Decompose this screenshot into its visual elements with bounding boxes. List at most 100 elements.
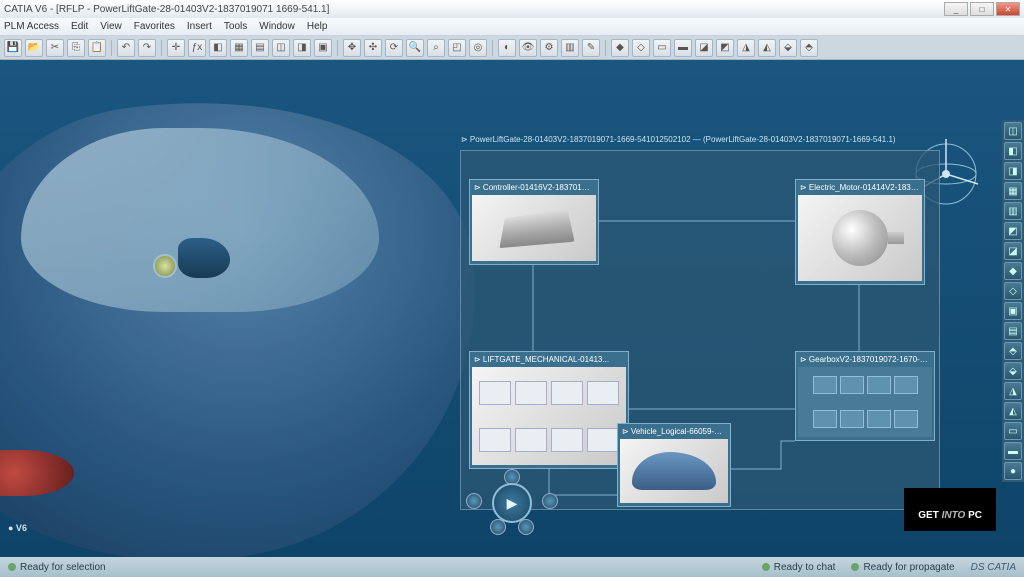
tool-icon[interactable]: ◫ [1004, 122, 1022, 140]
tool-icon[interactable]: ⬘ [800, 39, 818, 57]
tool-icon[interactable]: ◨ [293, 39, 311, 57]
menu-help[interactable]: Help [307, 21, 328, 32]
tool-icon[interactable]: ▭ [653, 39, 671, 57]
liftgate-mechanical-block[interactable]: ⊳ LIFTGATE_MECHANICAL-01413... [469, 351, 629, 469]
menu-window[interactable]: Window [259, 21, 295, 32]
tool-icon[interactable]: ▬ [1004, 442, 1022, 460]
render-icon[interactable]: ◐ [498, 39, 516, 57]
sub-block[interactable] [515, 428, 547, 452]
sub-block[interactable] [894, 376, 918, 394]
look-at-icon[interactable]: ◎ [469, 39, 487, 57]
zoom-area-icon[interactable]: ⌕ [427, 39, 445, 57]
tool-icon[interactable]: ◨ [1004, 162, 1022, 180]
tool-icon[interactable]: ◆ [1004, 262, 1022, 280]
titlebar: CATIA V6 - [RFLP - PowerLiftGate-28-0140… [0, 0, 1024, 18]
tool-icon[interactable]: ⬙ [1004, 362, 1022, 380]
pointer-icon[interactable]: ✛ [167, 39, 185, 57]
pan-icon[interactable]: ✣ [364, 39, 382, 57]
sub-block[interactable] [813, 376, 837, 394]
copy-icon[interactable]: ⎘ [67, 39, 85, 57]
zoom-icon[interactable]: 🔍 [406, 39, 424, 57]
gearbox-block[interactable]: ⊳ GearboxV2-1837019072-1670-94... [795, 351, 935, 441]
hide-show-icon[interactable]: 👁 [519, 39, 537, 57]
menu-plm-access[interactable]: PLM Access [4, 21, 59, 32]
sub-block[interactable] [894, 410, 918, 428]
controller-block[interactable]: ⊳ Controller-01416V2-1837019089-... [469, 179, 599, 265]
tool-icon[interactable]: ◩ [716, 39, 734, 57]
tool-icon[interactable]: ◮ [1004, 382, 1022, 400]
undo-icon[interactable]: ↶ [117, 39, 135, 57]
menu-favorites[interactable]: Favorites [134, 21, 175, 32]
sub-block[interactable] [551, 428, 583, 452]
sub-block[interactable] [867, 410, 891, 428]
viewport-3d[interactable]: ⊳ PowerLiftGate-28-01403V2-1837019071-16… [0, 60, 1024, 557]
compass-west-icon[interactable] [466, 493, 482, 509]
open-icon[interactable]: 📂 [25, 39, 43, 57]
electric-motor-block[interactable]: ⊳ Electric_Motor-01414V2-1837019... [795, 179, 925, 285]
rotate-icon[interactable]: ⟳ [385, 39, 403, 57]
tool-icon[interactable]: ◇ [1004, 282, 1022, 300]
tool-icon[interactable]: ▣ [1004, 302, 1022, 320]
car-icon [632, 452, 716, 490]
vehicle-logical-block[interactable]: ⊳ Vehicle_Logical-66059-3380-14-0... [617, 423, 731, 507]
functional-diagram[interactable]: ⊳ PowerLiftGate-28-01403V2-1837019071-16… [460, 150, 940, 510]
status-ready-propagate: Ready for propagate [851, 562, 954, 573]
save-icon[interactable]: 💾 [4, 39, 22, 57]
menu-tools[interactable]: Tools [224, 21, 247, 32]
sub-block[interactable] [551, 381, 583, 405]
tool-icon[interactable]: ✎ [582, 39, 600, 57]
sub-block[interactable] [840, 410, 864, 428]
tool-icon[interactable]: ◪ [1004, 242, 1022, 260]
tool-icon[interactable]: ⬙ [779, 39, 797, 57]
paste-icon[interactable]: 📋 [88, 39, 106, 57]
sub-block[interactable] [813, 410, 837, 428]
sub-block[interactable] [479, 381, 511, 405]
tool-icon[interactable]: ▤ [251, 39, 269, 57]
tool-icon[interactable]: ◧ [1004, 142, 1022, 160]
menu-view[interactable]: View [100, 21, 122, 32]
tool-icon[interactable]: ▤ [1004, 322, 1022, 340]
cut-icon[interactable]: ✂ [46, 39, 64, 57]
sub-block[interactable] [840, 376, 864, 394]
tool-icon[interactable]: ⬘ [1004, 342, 1022, 360]
tool-icon[interactable]: ◭ [758, 39, 776, 57]
compass-se-icon[interactable] [518, 519, 534, 535]
sub-block[interactable] [587, 428, 619, 452]
bottom-compass[interactable]: ▶ [466, 471, 558, 533]
sub-block[interactable] [479, 428, 511, 452]
tool-icon[interactable]: ◧ [209, 39, 227, 57]
tool-icon[interactable]: ▦ [1004, 182, 1022, 200]
redo-icon[interactable]: ↷ [138, 39, 156, 57]
menu-insert[interactable]: Insert [187, 21, 212, 32]
tool-icon[interactable]: ▭ [1004, 422, 1022, 440]
compass-east-icon[interactable] [542, 493, 558, 509]
window-close-button[interactable]: ✕ [996, 2, 1020, 16]
tool-icon[interactable]: ▣ [314, 39, 332, 57]
tool-icon[interactable]: ● [1004, 462, 1022, 480]
window-min-button[interactable]: _ [944, 2, 968, 16]
app-title: CATIA V6 - [RFLP - PowerLiftGate-28-0140… [4, 4, 329, 15]
tool-icon[interactable]: ◩ [1004, 222, 1022, 240]
fit-all-icon[interactable]: ✥ [343, 39, 361, 57]
window-max-button[interactable]: □ [970, 2, 994, 16]
sub-block[interactable] [515, 381, 547, 405]
tool-icon[interactable]: ◇ [632, 39, 650, 57]
properties-icon[interactable]: ⚙ [540, 39, 558, 57]
compass-play-button[interactable]: ▶ [492, 483, 532, 523]
tool-icon[interactable]: ▬ [674, 39, 692, 57]
sub-block[interactable] [587, 381, 619, 405]
tool-icon[interactable]: ▦ [230, 39, 248, 57]
menu-edit[interactable]: Edit [71, 21, 88, 32]
car-model[interactable] [0, 100, 480, 557]
tool-icon[interactable]: ◫ [272, 39, 290, 57]
sub-block[interactable] [867, 376, 891, 394]
normal-view-icon[interactable]: ◰ [448, 39, 466, 57]
tool-icon[interactable]: ▥ [561, 39, 579, 57]
ecu-icon [499, 209, 574, 249]
formula-icon[interactable]: ƒx [188, 39, 206, 57]
tool-icon[interactable]: ▥ [1004, 202, 1022, 220]
tool-icon[interactable]: ◮ [737, 39, 755, 57]
tool-icon[interactable]: ◭ [1004, 402, 1022, 420]
tool-icon[interactable]: ◆ [611, 39, 629, 57]
tool-icon[interactable]: ◪ [695, 39, 713, 57]
